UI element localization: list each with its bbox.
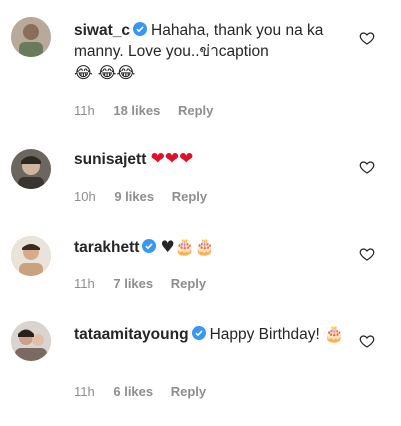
reply-button[interactable]: Reply: [178, 103, 213, 118]
like-heart-icon[interactable]: [359, 246, 375, 262]
comment-meta: 11h 18 likes Reply: [74, 103, 227, 118]
comment-body: siwat_c Hahaha, thank you na ka manny. Lo…: [74, 20, 346, 84]
verified-badge-icon: [133, 22, 148, 36]
comment-meta: 11h 7 likes Reply: [74, 276, 220, 291]
like-heart-icon[interactable]: [359, 30, 375, 46]
username[interactable]: tataamitayoung: [74, 326, 189, 343]
comment-time: 11h: [74, 276, 95, 291]
comment-emoji: ♥🎂🎂: [160, 237, 215, 256]
comment-emoji: 🎂: [324, 324, 345, 343]
comment-meta: 10h 9 likes Reply: [74, 189, 221, 204]
username[interactable]: tarakhett: [74, 239, 139, 256]
comment-emoji: ❤❤❤: [150, 149, 194, 169]
comment-time: 11h: [74, 384, 95, 399]
likes-count[interactable]: 18 likes: [113, 103, 160, 118]
reply-button[interactable]: Reply: [171, 276, 206, 291]
avatar[interactable]: [11, 236, 51, 276]
avatar[interactable]: [11, 321, 51, 361]
reply-button[interactable]: Reply: [171, 384, 206, 399]
comment-body: tataamitayoung Happy Birthday! 🎂: [74, 323, 346, 345]
avatar-image: [11, 17, 51, 57]
comment-time: 11h: [74, 103, 95, 118]
like-heart-icon[interactable]: [359, 159, 375, 175]
username[interactable]: sunisajett: [74, 151, 146, 168]
verified-badge-icon: [191, 326, 206, 340]
avatar-image: [11, 236, 51, 276]
comment-emoji: 😂 😂😂: [74, 63, 136, 82]
like-heart-icon[interactable]: [359, 333, 375, 349]
likes-count[interactable]: 6 likes: [113, 384, 153, 399]
comment-text: Happy Birthday!: [209, 326, 320, 343]
reply-button[interactable]: Reply: [172, 189, 207, 204]
verified-badge-icon: [142, 239, 157, 253]
likes-count[interactable]: 9 likes: [114, 189, 154, 204]
avatar-image: [11, 149, 51, 189]
comment-time: 10h: [74, 189, 96, 204]
username[interactable]: siwat_c: [74, 22, 130, 39]
comment-body: tarakhett ♥🎂🎂: [74, 236, 346, 258]
likes-count[interactable]: 7 likes: [113, 276, 153, 291]
avatar[interactable]: [11, 149, 51, 189]
avatar-image: [11, 321, 51, 361]
comment-meta: 11h 6 likes Reply: [74, 384, 220, 399]
avatar[interactable]: [11, 17, 51, 57]
comment-body: sunisajett ❤❤❤: [74, 149, 346, 170]
